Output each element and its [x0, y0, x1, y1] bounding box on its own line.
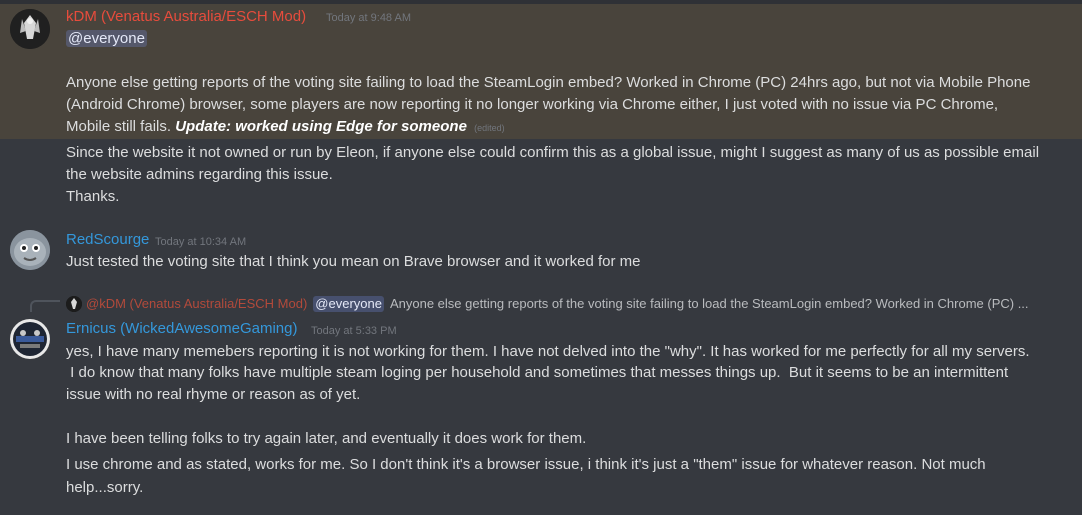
message-line: help...sorry. [66, 479, 144, 496]
avatar-redscourge[interactable] [10, 230, 50, 270]
message-line: issue with no real rhyme or reason as of… [66, 386, 361, 403]
kdm-avatar-icon [10, 9, 50, 49]
message-line: the website admins regarding this issue. [66, 166, 333, 183]
mention-line: @everyone [66, 29, 147, 49]
message-line: Anyone else getting reports of the votin… [66, 74, 1031, 91]
message-line: Mobile still fails. Update: worked using… [66, 117, 505, 138]
edited-tag: (edited) [474, 123, 505, 133]
avatar-ernicus[interactable] [10, 319, 50, 359]
message-line: I do know that many folks have multiple … [66, 364, 1009, 381]
timestamp: Today at 5:33 PM [311, 325, 397, 337]
author-name[interactable]: kDM (Venatus Australia/ESCH Mod) [66, 8, 306, 26]
message-line: Since the website it not owned or run by… [66, 144, 1040, 161]
author-name[interactable]: RedScourge [66, 231, 149, 249]
reply-preview[interactable]: @kDM (Venatus Australia/ESCH Mod) @every… [66, 296, 1029, 312]
message-text: Mobile still fails. [66, 118, 172, 135]
message-line: Just tested the voting site that I think… [66, 253, 641, 270]
message-line: I use chrome and as stated, works for me… [66, 456, 986, 473]
timestamp: Today at 10:34 AM [155, 236, 247, 248]
author-name[interactable]: Ernicus (WickedAwesomeGaming) [66, 320, 297, 338]
avatar-kdm[interactable] [10, 9, 50, 49]
reply-mention[interactable]: @everyone [313, 296, 384, 312]
reply-spine [30, 300, 60, 312]
message-line: I have been telling folks to try again l… [66, 430, 587, 447]
reply-text: Anyone else getting reports of the votin… [389, 296, 1029, 311]
timestamp: Today at 9:48 AM [326, 12, 411, 24]
update-text: Update: worked using Edge for someone [175, 118, 467, 135]
redscourge-avatar-icon [10, 230, 50, 270]
reply-author[interactable]: @kDM (Venatus Australia/ESCH Mod) [86, 296, 307, 312]
everyone-mention[interactable]: @everyone [66, 30, 147, 47]
message-line: (Android Chrome) browser, some players a… [66, 96, 999, 113]
message-line: yes, I have many memebers reporting it i… [66, 343, 1030, 360]
message-line: Thanks. [66, 188, 120, 205]
ernicus-avatar-icon [10, 319, 50, 359]
reply-avatar-icon [66, 296, 82, 312]
